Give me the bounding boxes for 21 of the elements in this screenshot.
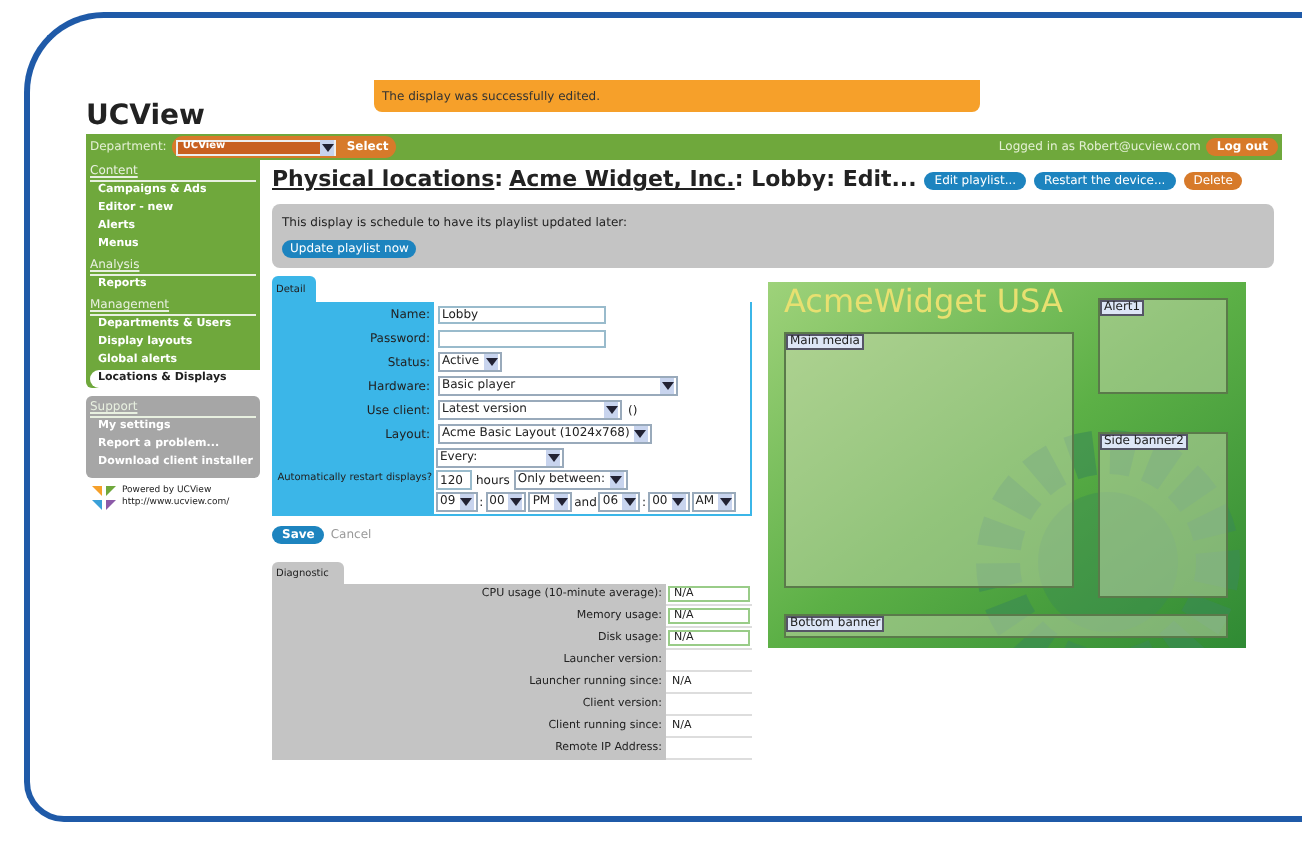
caret-icon bbox=[660, 378, 674, 394]
caret-icon bbox=[459, 494, 474, 510]
caret-icon bbox=[633, 426, 648, 442]
caret-icon bbox=[671, 494, 686, 510]
caret-icon bbox=[609, 472, 623, 488]
logo-icon bbox=[90, 484, 118, 512]
caret-icon bbox=[622, 494, 637, 510]
breadcrumb-link[interactable]: Physical locations bbox=[272, 164, 495, 198]
caret-icon bbox=[604, 402, 618, 418]
page-title: : Lobby: Edit... bbox=[734, 164, 917, 197]
breadcrumb-link[interactable]: Acme Widget, Inc. bbox=[509, 164, 735, 198]
breadcrumb-separator: : bbox=[494, 164, 504, 197]
caret-icon bbox=[484, 354, 498, 370]
caret-icon bbox=[554, 494, 569, 510]
caret-icon bbox=[546, 450, 560, 466]
caret-icon bbox=[320, 139, 335, 155]
caret-icon bbox=[718, 494, 732, 510]
text-input[interactable] bbox=[438, 329, 606, 347]
preview-title: AcmeWidget USA bbox=[784, 286, 1063, 318]
app-title: UCView bbox=[86, 98, 207, 136]
caret-icon bbox=[508, 494, 523, 510]
